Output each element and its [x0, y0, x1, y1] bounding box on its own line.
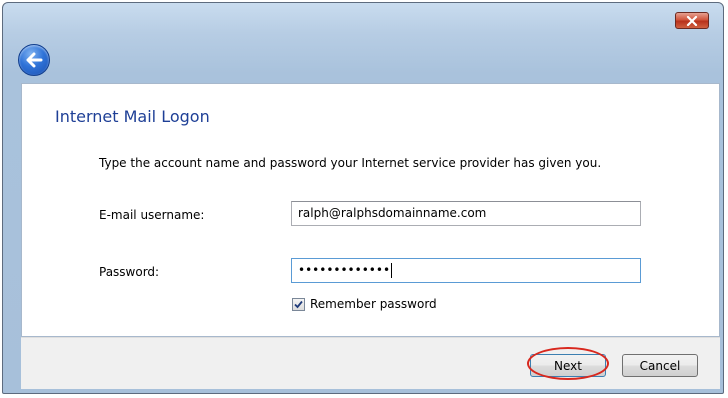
instruction-text: Type the account name and password your …: [99, 156, 602, 170]
next-button[interactable]: Next: [530, 354, 606, 377]
password-label: Password:: [99, 265, 160, 279]
button-bar: Next Cancel: [21, 337, 720, 389]
text-cursor: [391, 263, 393, 278]
username-value: ralph@ralphsdomainname.com: [298, 206, 487, 220]
close-button[interactable]: [675, 12, 709, 29]
remember-password-checkbox[interactable]: [292, 297, 305, 311]
password-field[interactable]: •••••••••••••: [291, 258, 641, 283]
content-panel: Internet Mail Logon Type the account nam…: [21, 83, 720, 337]
cancel-button[interactable]: Cancel: [622, 354, 698, 377]
username-field[interactable]: ralph@ralphsdomainname.com: [291, 201, 641, 226]
close-icon: [686, 15, 698, 26]
password-value: •••••••••••••: [298, 263, 391, 277]
remember-password-row[interactable]: Remember password: [292, 297, 437, 311]
back-button[interactable]: [18, 44, 50, 76]
checkmark-icon: [294, 300, 303, 308]
page-title: Internet Mail Logon: [55, 107, 210, 126]
dialog-window: Internet Mail Logon Type the account nam…: [2, 2, 724, 394]
username-label: E-mail username:: [99, 208, 205, 222]
remember-password-label: Remember password: [310, 297, 437, 311]
back-arrow-icon: [26, 52, 43, 68]
